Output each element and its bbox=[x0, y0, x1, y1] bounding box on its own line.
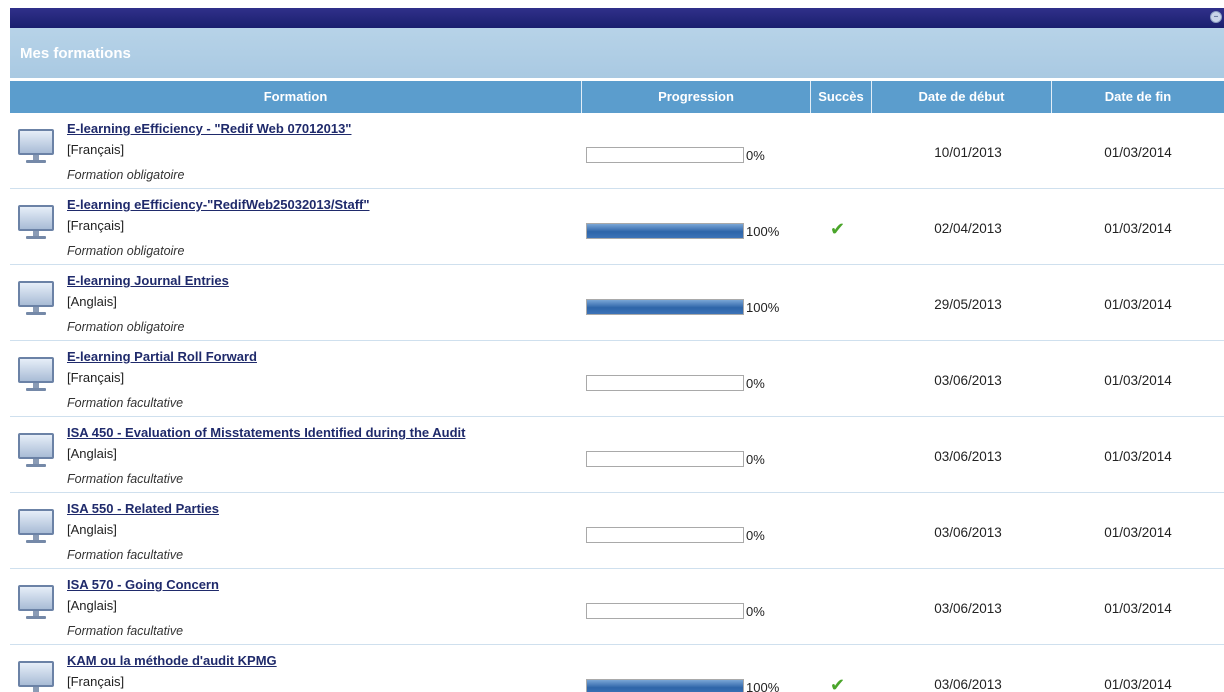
progress-percent: 100% bbox=[746, 224, 780, 239]
progress-fill bbox=[587, 224, 743, 238]
column-header-date-debut[interactable]: Date de début bbox=[872, 81, 1052, 113]
courses-table: E-learning eEfficiency - "Redif Web 0701… bbox=[10, 113, 1224, 692]
course-title-link[interactable]: E-learning Journal Entries bbox=[67, 273, 229, 288]
panel-header: Mes formations bbox=[10, 28, 1224, 78]
column-header-progression[interactable]: Progression bbox=[582, 81, 811, 113]
course-type: Formation facultative bbox=[67, 472, 184, 486]
progress-bar bbox=[586, 527, 744, 543]
progress-fill bbox=[587, 300, 743, 314]
monitor-icon bbox=[16, 431, 56, 471]
end-date: 01/03/2014 bbox=[1104, 601, 1172, 616]
top-bar bbox=[10, 8, 1224, 28]
end-date: 01/03/2014 bbox=[1104, 677, 1172, 692]
column-header-succes[interactable]: Succès bbox=[811, 81, 872, 113]
course-language: [Français] bbox=[67, 218, 125, 233]
start-date: 29/05/2013 bbox=[934, 297, 1002, 312]
progress-bar bbox=[586, 375, 744, 391]
course-language: [Anglais] bbox=[67, 446, 117, 461]
end-date: 01/03/2014 bbox=[1104, 297, 1172, 312]
monitor-icon bbox=[16, 127, 56, 167]
course-language: [Français] bbox=[67, 674, 125, 689]
end-date: 01/03/2014 bbox=[1104, 221, 1172, 236]
progress-bar bbox=[586, 223, 744, 239]
monitor-icon bbox=[16, 203, 56, 243]
monitor-icon bbox=[16, 279, 56, 319]
course-title-link[interactable]: KAM ou la méthode d'audit KPMG bbox=[67, 653, 277, 668]
course-title-link[interactable]: ISA 450 - Evaluation of Misstatements Id… bbox=[67, 425, 465, 440]
course-title-link[interactable]: E-learning eEfficiency-"RedifWeb25032013… bbox=[67, 197, 370, 212]
progress-fill bbox=[587, 680, 743, 692]
progress-percent: 0% bbox=[746, 376, 765, 391]
monitor-icon bbox=[16, 355, 56, 395]
table-row: E-learning Journal Entries [Anglais] Forma… bbox=[10, 265, 1224, 341]
table-row: ISA 450 - Evaluation of Misstatements Id… bbox=[10, 417, 1224, 493]
course-title-link[interactable]: E-learning eEfficiency - "Redif Web 0701… bbox=[67, 121, 351, 136]
monitor-icon bbox=[16, 659, 56, 692]
table-row: KAM ou la méthode d'audit KPMG [Français]… bbox=[10, 645, 1224, 692]
start-date: 03/06/2013 bbox=[934, 373, 1002, 388]
start-date: 03/06/2013 bbox=[934, 601, 1002, 616]
progress-percent: 0% bbox=[746, 528, 765, 543]
table-row: E-learning eEfficiency - "Redif Web 0701… bbox=[10, 113, 1224, 189]
start-date: 03/06/2013 bbox=[934, 677, 1002, 692]
end-date: 01/03/2014 bbox=[1104, 373, 1172, 388]
course-language: [Anglais] bbox=[67, 522, 117, 537]
column-header-date-fin[interactable]: Date de fin bbox=[1052, 81, 1224, 113]
progress-percent: 0% bbox=[746, 148, 765, 163]
course-type: Formation facultative bbox=[67, 624, 184, 638]
minus-circle-icon[interactable]: – bbox=[1210, 11, 1222, 23]
course-type: Formation obligatoire bbox=[67, 320, 185, 334]
progress-bar bbox=[586, 451, 744, 467]
course-type: Formation obligatoire bbox=[67, 168, 185, 182]
progress-bar bbox=[586, 603, 744, 619]
start-date: 03/06/2013 bbox=[934, 449, 1002, 464]
course-language: [Anglais] bbox=[67, 598, 117, 613]
progress-bar bbox=[586, 679, 744, 692]
progress-bar bbox=[586, 147, 744, 163]
start-date: 10/01/2013 bbox=[934, 145, 1002, 160]
table-row: E-learning Partial Roll Forward [Français… bbox=[10, 341, 1224, 417]
course-type: Formation facultative bbox=[67, 396, 184, 410]
start-date: 02/04/2013 bbox=[934, 221, 1002, 236]
course-title-link[interactable]: ISA 550 - Related Parties bbox=[67, 501, 219, 516]
end-date: 01/03/2014 bbox=[1104, 449, 1172, 464]
table-row: ISA 570 - Going Concern [Anglais] Formatio… bbox=[10, 569, 1224, 645]
end-date: 01/03/2014 bbox=[1104, 145, 1172, 160]
progress-bar bbox=[586, 299, 744, 315]
course-title-link[interactable]: E-learning Partial Roll Forward bbox=[67, 349, 257, 364]
checkmark-icon: ✔ bbox=[830, 219, 846, 240]
table-header: Formation Progression Succès Date de déb… bbox=[10, 81, 1224, 113]
table-row: E-learning eEfficiency-"RedifWeb25032013… bbox=[10, 189, 1224, 265]
progress-percent: 0% bbox=[746, 452, 765, 467]
progress-percent: 0% bbox=[746, 604, 765, 619]
column-header-formation[interactable]: Formation bbox=[10, 81, 582, 113]
monitor-icon bbox=[16, 507, 56, 547]
start-date: 03/06/2013 bbox=[934, 525, 1002, 540]
end-date: 01/03/2014 bbox=[1104, 525, 1172, 540]
progress-percent: 100% bbox=[746, 680, 780, 692]
course-type: Formation facultative bbox=[67, 548, 184, 562]
course-language: [Anglais] bbox=[67, 294, 117, 309]
progress-percent: 100% bbox=[746, 300, 780, 315]
checkmark-icon: ✔ bbox=[830, 675, 846, 692]
course-type: Formation obligatoire bbox=[67, 244, 185, 258]
course-title-link[interactable]: ISA 570 - Going Concern bbox=[67, 577, 219, 592]
table-row: ISA 550 - Related Parties [Anglais] Format… bbox=[10, 493, 1224, 569]
course-language: [Français] bbox=[67, 370, 125, 385]
course-language: [Français] bbox=[67, 142, 125, 157]
panel-title: Mes formations bbox=[20, 45, 131, 62]
monitor-icon bbox=[16, 583, 56, 623]
